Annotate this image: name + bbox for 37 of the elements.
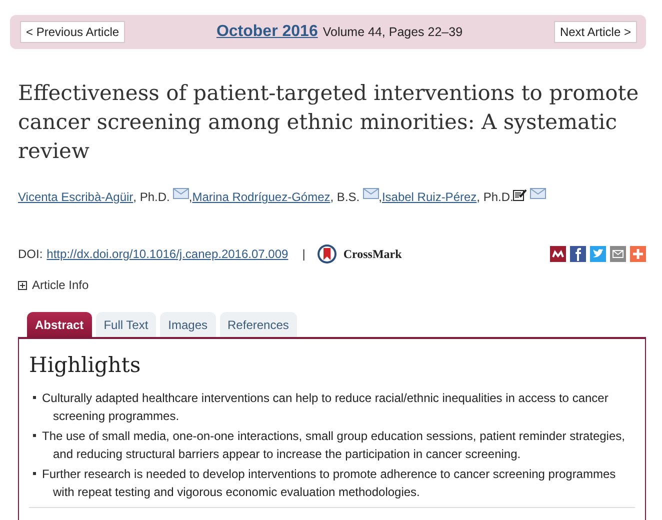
previous-article-button[interactable]: < Previous Article bbox=[20, 21, 126, 43]
doi-link[interactable]: http://dx.doi.org/10.1016/j.canep.2016.07.009 bbox=[46, 247, 288, 261]
note-icon[interactable] bbox=[513, 188, 528, 201]
doi-label: DOI: bbox=[18, 247, 43, 261]
separator-text: , bbox=[188, 190, 192, 204]
issue-details: Volume 44, Pages 22–39 bbox=[322, 25, 463, 39]
highlights-heading: Highlights bbox=[29, 353, 142, 377]
author-link[interactable]: Isabel Ruiz-Pérez bbox=[382, 190, 477, 204]
bullet-icon bbox=[33, 434, 36, 437]
article-title: Effectiveness of patient-targeted interventions to promote cancer screening among ethnic minorities: A systematic review bbox=[18, 80, 640, 165]
mail-icon[interactable] bbox=[362, 188, 379, 199]
crossmark-label[interactable]: CrossMark bbox=[343, 246, 402, 262]
tab[interactable]: Images bbox=[160, 312, 216, 337]
bullet-icon bbox=[33, 396, 36, 399]
expand-icon[interactable] bbox=[18, 280, 27, 290]
divider-text: | bbox=[302, 247, 306, 261]
author-degree: , Ph.D. bbox=[133, 190, 170, 204]
author-degree: , Ph.D. bbox=[476, 190, 514, 204]
highlight-text: Culturally adapted healthcare interventions can help to reduce racial/ethnic inequalities in access to cancer screening programmes. bbox=[42, 390, 610, 425]
separator-text: , bbox=[378, 190, 382, 204]
article-info-toggle[interactable]: Article Info bbox=[32, 278, 89, 292]
mail-icon[interactable] bbox=[172, 188, 189, 199]
mail-icon[interactable] bbox=[610, 246, 626, 262]
author-degree: , B.S. bbox=[330, 190, 360, 204]
bullet-icon bbox=[33, 472, 36, 475]
crossmark-icon[interactable] bbox=[317, 244, 338, 264]
highlight-text: The use of small media, one-on-one interactions, small group education sessions, patient reminder strategies, and reducing structural barriers appear to increase the participation in cancer screening. bbox=[42, 428, 626, 463]
author-link[interactable]: Vicenta Escribà-Agüir bbox=[18, 190, 134, 204]
plus-icon[interactable] bbox=[630, 246, 646, 262]
next-article-button[interactable]: Next Article > bbox=[554, 21, 637, 43]
author-link[interactable]: Marina Rodríguez-Gómez bbox=[192, 190, 330, 204]
issue-link[interactable]: October 2016 bbox=[216, 23, 318, 41]
tab[interactable]: Full Text bbox=[96, 312, 156, 337]
tab[interactable]: References bbox=[220, 312, 297, 337]
facebook-icon[interactable] bbox=[570, 246, 586, 262]
tab[interactable]: Abstract bbox=[27, 312, 92, 337]
highlight-text: Further research is needed to develop interventions to promote adherence to cancer screening programmes with repeat testing and vigorous economic evaluation methodologies. bbox=[42, 466, 617, 501]
